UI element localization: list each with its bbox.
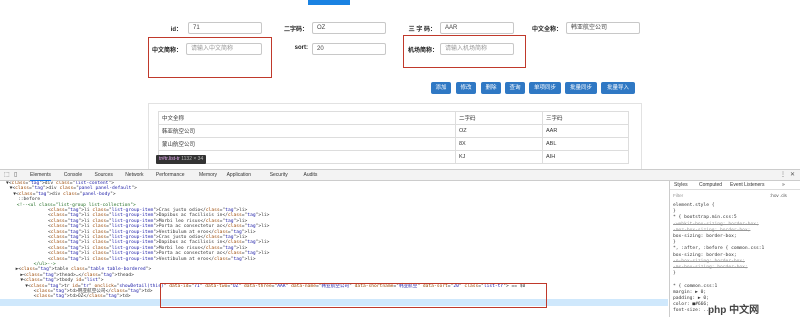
style-rule-line: element.style { — [673, 203, 715, 208]
style-rule-line: *, :after, :before { common.css:1 — [673, 246, 765, 252]
data-table-panel: 中文全称 二字码 三字码 韩亚航空公司 OZ AAR 蒙山航空公司 8X ABL… — [148, 103, 642, 171]
table-header-row: 中文全称 二字码 三字码 — [158, 111, 629, 125]
edit-button[interactable]: 修改 — [456, 82, 476, 94]
cn-name-label: 中文全称： — [531, 27, 562, 33]
hov-cls-toggle[interactable]: :hov .cls — [770, 193, 787, 199]
table-cell: AIH — [542, 150, 629, 164]
batch-import-button[interactable]: 批量导入 — [601, 82, 635, 94]
devtools-panel: ⬚ ▯ Elements Console Sources Network Perform… — [0, 169, 800, 317]
attributes-highlight — [160, 283, 547, 308]
styles-tab-bar: Styles Computed Event Listeners » — [670, 181, 800, 190]
sort-input[interactable]: 20 — [312, 43, 386, 55]
styles-pane[interactable]: Styles Computed Event Listeners » Filter :h… — [669, 181, 800, 317]
style-rule-line: font-size: ... — [673, 308, 712, 314]
cn-short-input[interactable]: 请输入中文简称 — [186, 43, 262, 55]
devtools-tab-application[interactable]: Application — [227, 170, 251, 180]
more-menu-icon[interactable]: ⋮ — [780, 172, 786, 178]
top-bar-active-tab[interactable] — [308, 0, 350, 5]
style-rule-line: margin: ▶ 0; — [673, 289, 707, 295]
devtools-tab-console[interactable]: Console — [64, 170, 82, 180]
sort-label: sort: — [294, 45, 308, 51]
table-cell: KJ — [455, 150, 543, 164]
three-char-label: 三 字 码： — [408, 27, 436, 33]
inspect-cursor-icon[interactable]: ⬚ — [4, 172, 10, 178]
id-label: id： — [170, 27, 182, 33]
two-char-input[interactable]: OZ — [312, 22, 386, 34]
styles-tab-styles[interactable]: Styles — [674, 182, 688, 188]
devtools-tab-elements[interactable]: Elements — [30, 170, 51, 181]
devtools-tab-sources[interactable]: Sources — [95, 170, 113, 180]
style-rule-line: -webkit-box-sizing: border-box; — [673, 221, 759, 227]
query-button[interactable]: 查询 — [505, 82, 525, 94]
single-sync-button[interactable]: 单项同步 — [529, 82, 561, 94]
table-cell: 8X — [455, 137, 543, 151]
styles-filter-input[interactable]: Filter — [673, 193, 683, 199]
style-rule-line: -ms-box-sizing: border-box; — [673, 265, 748, 270]
table-row[interactable]: 蒙山航空公司 8X ABL — [158, 137, 629, 151]
dom-node-line[interactable]: <class="tag">li class="list-group-item">… — [48, 257, 256, 264]
table-cell: 蒙山航空公司 — [158, 137, 456, 151]
id-input[interactable]: 71 — [188, 22, 262, 34]
table-row[interactable]: 韩亚航空公司 OZ AAR — [158, 124, 629, 138]
table-cell: 韩亚航空公司 — [158, 124, 456, 138]
devtools-tab-security[interactable]: Security — [270, 170, 288, 180]
table-cell: OZ — [455, 124, 543, 138]
table-cell: AAR — [542, 124, 629, 138]
devtools-tab-memory[interactable]: Memory — [199, 170, 217, 180]
style-rule-line: * { bootstrap.min.css:5 — [673, 215, 737, 221]
tooltip-size: 1132 × 34 — [181, 156, 204, 162]
styles-tab-computed[interactable]: Computed — [699, 182, 722, 188]
table-cell: ABL — [542, 137, 629, 151]
style-rule-line: * { common.css:1 — [673, 283, 718, 289]
dom-node-line[interactable]: <class="tag">td>OZ</class="tag">td> — [34, 294, 131, 301]
style-rule-line: -moz-box-sizing: border-box; — [673, 227, 751, 233]
styles-tab-more[interactable]: » — [782, 182, 785, 188]
cn-short-label: 中文简称： — [151, 48, 182, 54]
style-rule-line: -o-box-sizing: border-box; — [673, 258, 745, 264]
devtools-tab-performance[interactable]: Performance — [156, 170, 185, 180]
batch-sync-button[interactable]: 批量同步 — [565, 82, 597, 94]
three-char-input[interactable]: AAR — [440, 22, 514, 34]
devtools-toolbar: ⬚ ▯ Elements Console Sources Network Perform… — [0, 170, 800, 181]
device-toggle-icon[interactable]: ▯ — [14, 172, 20, 178]
delete-button[interactable]: 删除 — [481, 82, 501, 94]
inspect-tooltip: tr#tr.list-tr 1132 × 34 — [156, 155, 207, 164]
top-bar — [0, 0, 800, 5]
watermark-logo: php 中文网 — [708, 305, 760, 316]
col-header-cn-name: 中文全称 — [158, 111, 456, 125]
tooltip-selector: tr#tr.list-tr — [159, 156, 180, 162]
devtools-tab-network[interactable]: Network — [125, 170, 143, 180]
devtools-tab-audits[interactable]: Audits — [304, 170, 318, 180]
cn-name-input[interactable]: 韩亚航空公司 — [566, 22, 640, 34]
two-char-label: 二字码： — [283, 27, 308, 33]
style-rule-line: } — [673, 271, 676, 277]
table-row[interactable]: KJ AIH — [158, 150, 629, 164]
airport-short-input[interactable]: 请输入机场简称 — [440, 43, 514, 55]
close-icon[interactable]: ✕ — [790, 172, 796, 178]
styles-tab-event-listeners[interactable]: Event Listeners — [730, 182, 764, 188]
col-header-three-char: 三字码 — [542, 111, 629, 125]
style-rule-line: box-sizing: border-box; — [673, 234, 737, 239]
style-rule-line: box-sizing: border-box; — [673, 252, 737, 258]
add-button[interactable]: 添加 — [431, 82, 451, 94]
data-table: 中文全称 二字码 三字码 韩亚航空公司 OZ AAR 蒙山航空公司 8X ABL… — [158, 111, 629, 164]
col-header-two-char: 二字码 — [455, 111, 543, 125]
airport-short-label: 机场简称： — [407, 48, 438, 54]
